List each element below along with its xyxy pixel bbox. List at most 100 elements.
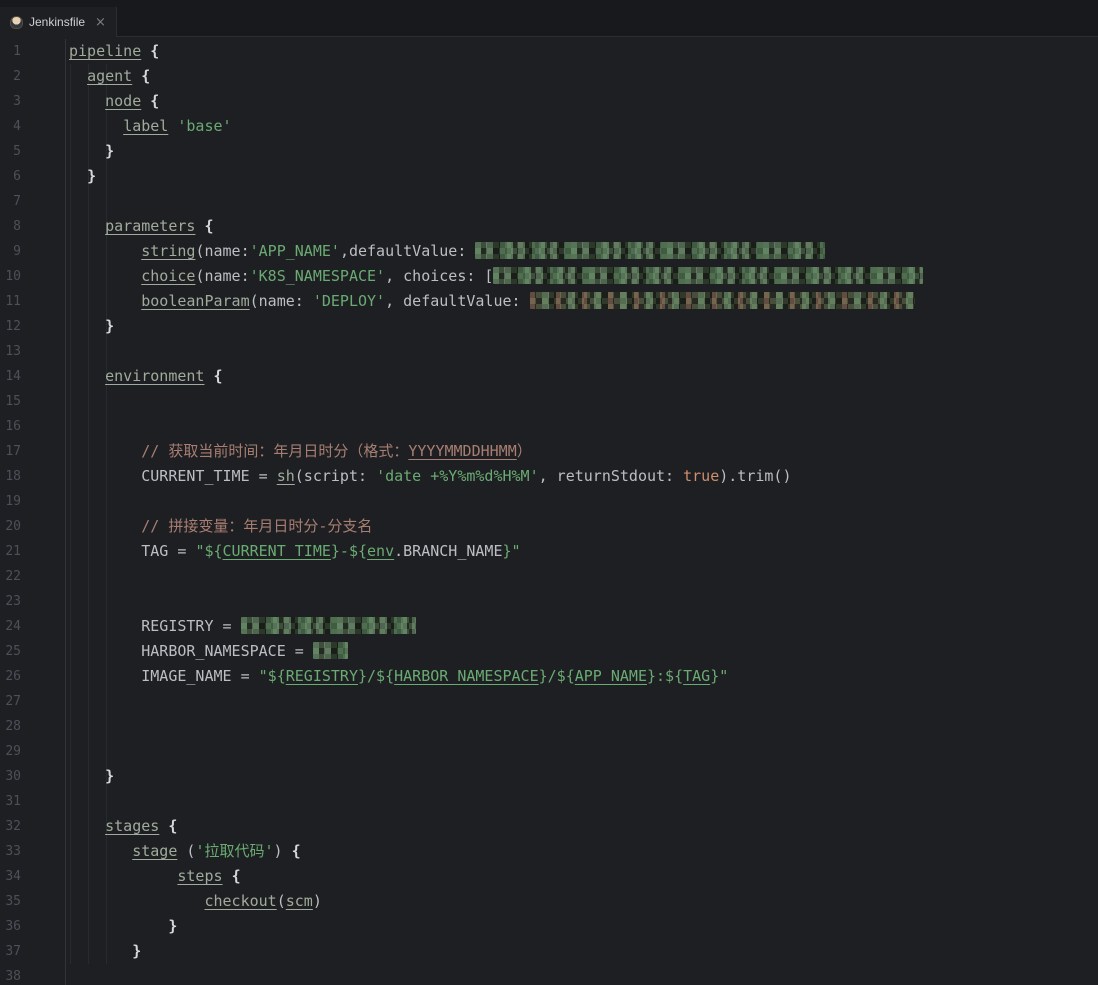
code-segment: }/${: [538, 667, 575, 685]
line-number[interactable]: 23: [0, 589, 66, 614]
code-line[interactable]: 25 HARBOR_NAMESPACE =: [0, 639, 1098, 664]
code-line[interactable]: 38: [0, 964, 1098, 985]
code-line[interactable]: 33 stage ('拉取代码') {: [0, 839, 1098, 864]
code-line[interactable]: 4 label 'base': [0, 114, 1098, 139]
code-editor[interactable]: 1 pipeline {2 agent {3 node {4 label 'bas…: [0, 37, 1098, 985]
code-line[interactable]: 5 }: [0, 139, 1098, 164]
line-number[interactable]: 8: [0, 214, 66, 239]
line-number[interactable]: 2: [0, 64, 66, 89]
line-number[interactable]: 16: [0, 414, 66, 439]
line-number[interactable]: 20: [0, 514, 66, 539]
line-number[interactable]: 6: [0, 164, 66, 189]
code-line[interactable]: 37 }: [0, 939, 1098, 964]
line-number[interactable]: 11: [0, 289, 66, 314]
line-number[interactable]: 13: [0, 339, 66, 364]
code-line[interactable]: 10 choice(name:'K8S_NAMESPACE', choices:…: [0, 264, 1098, 289]
tab-close-icon[interactable]: ×: [95, 16, 106, 29]
line-number[interactable]: 17: [0, 439, 66, 464]
line-number[interactable]: 9: [0, 239, 66, 264]
code-line[interactable]: 2 agent {: [0, 64, 1098, 89]
line-number[interactable]: 24: [0, 614, 66, 639]
line-number[interactable]: 18: [0, 464, 66, 489]
line-number[interactable]: 4: [0, 114, 66, 139]
ide-window: Jenkinsfile × 1 pipeline {2 agent {3 node…: [0, 0, 1098, 985]
code-segment: }: [105, 767, 115, 785]
code-line[interactable]: 9 string(name:'APP_NAME',defaultValue:: [0, 239, 1098, 264]
code-line[interactable]: 19: [0, 489, 1098, 514]
line-number[interactable]: 32: [0, 814, 66, 839]
line-number[interactable]: 22: [0, 564, 66, 589]
line-number[interactable]: 14: [0, 364, 66, 389]
line-number[interactable]: 36: [0, 914, 66, 939]
code-line[interactable]: 31: [0, 789, 1098, 814]
code-line[interactable]: 32 stages {: [0, 814, 1098, 839]
code-line[interactable]: 14 environment {: [0, 364, 1098, 389]
code-line[interactable]: 34 steps {: [0, 864, 1098, 889]
code-line[interactable]: 28: [0, 714, 1098, 739]
code-line[interactable]: 23: [0, 589, 1098, 614]
code-line[interactable]: 30 }: [0, 764, 1098, 789]
code-line[interactable]: 18 CURRENT_TIME = sh(script: 'date +%Y%m…: [0, 464, 1098, 489]
line-number[interactable]: 10: [0, 264, 66, 289]
line-number[interactable]: 33: [0, 839, 66, 864]
line-number[interactable]: 3: [0, 89, 66, 114]
code-line[interactable]: 17 // 获取当前时间：年月日时分（格式：YYYYMMDDHHMM）: [0, 439, 1098, 464]
line-number[interactable]: 19: [0, 489, 66, 514]
code-segment: REGISTRY: [285, 667, 358, 685]
code-segment: environment: [105, 367, 205, 385]
code-segment: {: [213, 367, 223, 385]
line-number[interactable]: 1: [0, 39, 66, 64]
code-line[interactable]: 12 }: [0, 314, 1098, 339]
code-segment: {: [150, 92, 160, 110]
code-segment: (name:: [195, 242, 250, 260]
code-segment: , choices: [: [385, 267, 494, 285]
line-number[interactable]: 29: [0, 739, 66, 764]
line-number[interactable]: 12: [0, 314, 66, 339]
line-number[interactable]: 25: [0, 639, 66, 664]
code-line[interactable]: 6 }: [0, 164, 1098, 189]
line-number[interactable]: 30: [0, 764, 66, 789]
code-line[interactable]: 29: [0, 739, 1098, 764]
line-number[interactable]: 37: [0, 939, 66, 964]
line-number[interactable]: 35: [0, 889, 66, 914]
code-segment: (script:: [294, 467, 377, 485]
line-number[interactable]: 31: [0, 789, 66, 814]
line-number[interactable]: 7: [0, 189, 66, 214]
code-line[interactable]: 35 checkout(scm): [0, 889, 1098, 914]
redacted-text: [312, 642, 348, 659]
code-line[interactable]: 21 TAG = "${CURRENT_TIME}-${env.BRANCH_N…: [0, 539, 1098, 564]
code-line[interactable]: 26 IMAGE_NAME = "${REGISTRY}/${HARBOR_NA…: [0, 664, 1098, 689]
code-line[interactable]: 15: [0, 389, 1098, 414]
code-line[interactable]: 20 // 拼接变量：年月日时分-分支名: [0, 514, 1098, 539]
line-number[interactable]: 27: [0, 689, 66, 714]
line-number[interactable]: 26: [0, 664, 66, 689]
editor-tab-bar: Jenkinsfile ×: [0, 0, 1098, 37]
code-line[interactable]: 1 pipeline {: [0, 39, 1098, 64]
code-line[interactable]: 22: [0, 564, 1098, 589]
tab-jenkinsfile[interactable]: Jenkinsfile ×: [0, 7, 117, 37]
code-segment: 'base': [177, 117, 232, 135]
code-segment: // 获取当前时间：年月日时分（格式：: [141, 442, 409, 460]
code-line[interactable]: 13: [0, 339, 1098, 364]
code-line[interactable]: 36 }: [0, 914, 1098, 939]
code-line[interactable]: 3 node {: [0, 89, 1098, 114]
code-segment: "${: [258, 667, 286, 685]
code-line[interactable]: 7: [0, 189, 1098, 214]
code-line[interactable]: 27: [0, 689, 1098, 714]
line-number[interactable]: 5: [0, 139, 66, 164]
line-number[interactable]: 15: [0, 389, 66, 414]
redacted-text: [475, 242, 826, 259]
code-line[interactable]: 16: [0, 414, 1098, 439]
code-segment: {: [168, 817, 178, 835]
code-line[interactable]: 24 REGISTRY =: [0, 614, 1098, 639]
code-line[interactable]: 8 parameters {: [0, 214, 1098, 239]
line-number[interactable]: 38: [0, 964, 66, 985]
line-number[interactable]: 21: [0, 539, 66, 564]
code-line[interactable]: 11 booleanParam(name: 'DEPLOY', defaultV…: [0, 289, 1098, 314]
line-number[interactable]: 34: [0, 864, 66, 889]
line-number[interactable]: 28: [0, 714, 66, 739]
